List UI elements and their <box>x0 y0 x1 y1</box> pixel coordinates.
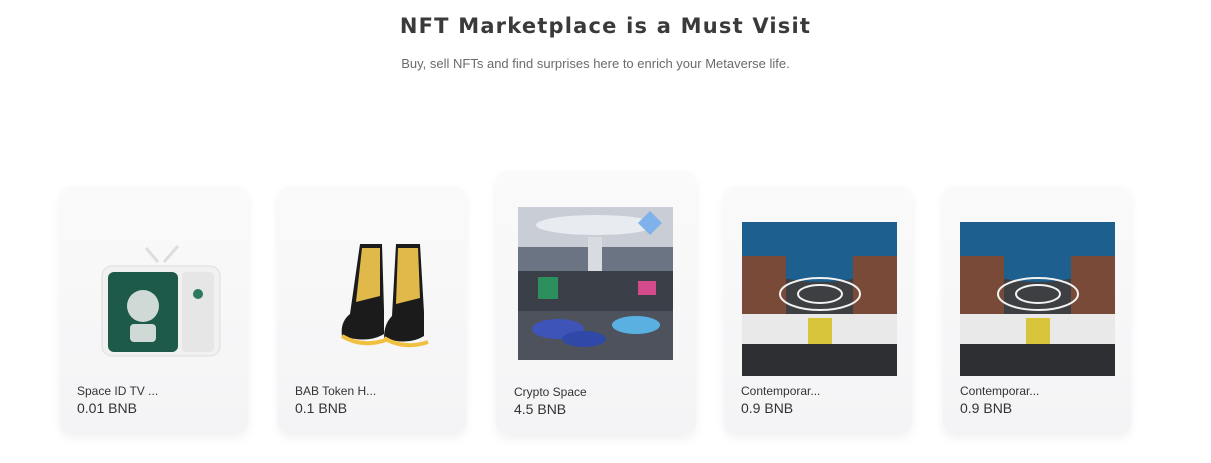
card-price: 0.01 BNB <box>77 400 137 416</box>
sneakers-image <box>300 232 450 362</box>
section-title: NFT Marketplace is a Must Visit <box>399 14 812 38</box>
card-name: Contemporar... <box>960 384 1040 398</box>
nft-card[interactable]: Contemporar... 0.9 BNB <box>724 186 912 434</box>
card-price: 0.9 BNB <box>960 400 1013 416</box>
section-subtitle: Buy, sell NFTs and find surprises here t… <box>401 56 790 71</box>
gallery-image <box>960 222 1115 376</box>
card-name: Crypto Space <box>514 385 587 399</box>
card-name: BAB Token H... <box>295 384 377 398</box>
card-price: 4.5 BNB <box>514 401 567 417</box>
card-name: Contemporar... <box>741 384 821 398</box>
nft-card[interactable]: Space ID TV ... 0.01 BNB <box>60 186 248 434</box>
gallery-image <box>742 222 897 376</box>
card-name: Space ID TV ... <box>77 384 159 398</box>
crypto-space-image <box>518 207 673 360</box>
nft-card[interactable]: BAB Token H... 0.1 BNB <box>278 186 466 434</box>
nft-card[interactable]: Crypto Space 4.5 BNB <box>496 171 696 435</box>
nft-card[interactable]: Contemporar... 0.9 BNB <box>943 186 1131 434</box>
tv-icon <box>80 214 230 364</box>
card-price: 0.9 BNB <box>741 400 794 416</box>
card-price: 0.1 BNB <box>295 400 348 416</box>
